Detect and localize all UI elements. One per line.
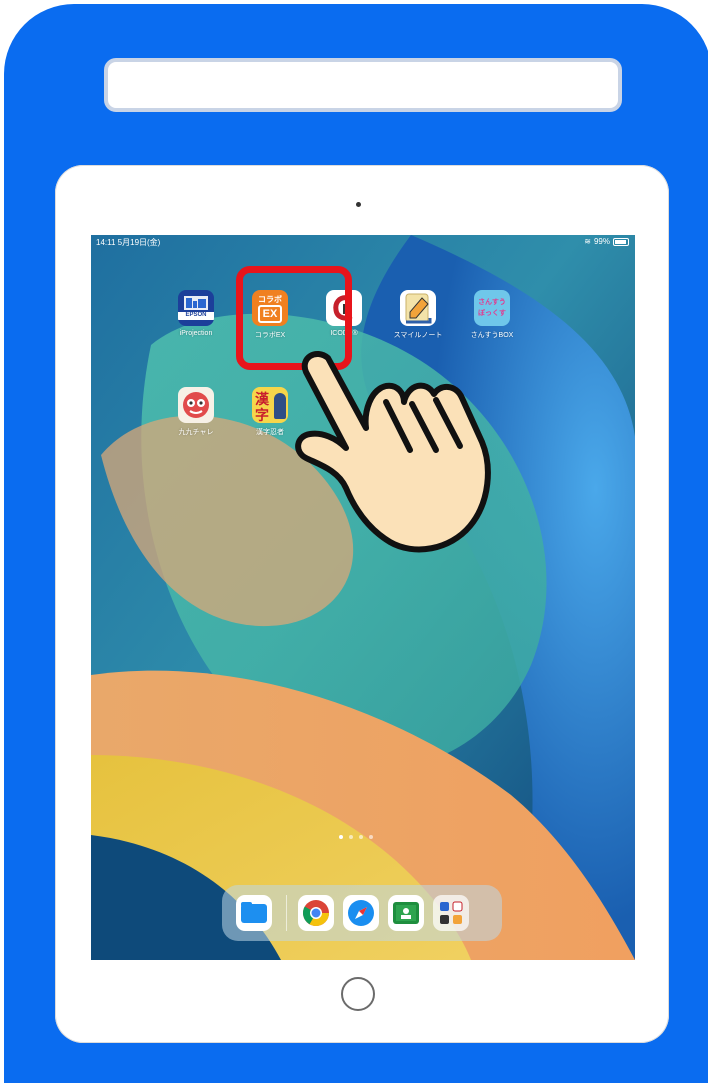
epson-badge: EPSON bbox=[185, 312, 207, 318]
status-bar: 14:11 5月19日(金) ≋ 99% bbox=[91, 235, 635, 249]
sansu-text-bottom: ぼっくす bbox=[478, 310, 506, 317]
kanji-ninja-icon: 漢 字 bbox=[252, 387, 288, 423]
epson-iprojection-icon: EPSON bbox=[178, 290, 214, 326]
app-label: スマイルノート bbox=[393, 332, 443, 339]
status-time: 14:11 bbox=[96, 238, 116, 247]
sansu-text-top: さんすう bbox=[478, 299, 506, 306]
app-smile-note[interactable]: スマイルノート bbox=[382, 290, 454, 340]
status-time-date: 14:11 5月19日(金) bbox=[96, 237, 160, 248]
smile-note-icon bbox=[400, 290, 436, 326]
app-sansu-box[interactable]: さんすう ぼっくす さんすうBOX bbox=[456, 290, 528, 340]
battery-icon bbox=[613, 237, 629, 246]
dock bbox=[222, 885, 502, 941]
app-label: iProjection bbox=[179, 330, 213, 337]
page-dot bbox=[369, 835, 373, 839]
page-indicator[interactable] bbox=[339, 835, 373, 839]
camera-dot bbox=[356, 202, 361, 207]
classroom-icon[interactable] bbox=[388, 895, 424, 931]
app-folder-icon[interactable] bbox=[433, 895, 469, 931]
page-dot bbox=[339, 835, 343, 839]
kuku-challe-icon bbox=[178, 387, 214, 423]
chrome-icon[interactable] bbox=[298, 895, 334, 931]
dock-separator bbox=[286, 895, 287, 931]
tablet-illustration: 14:11 5月19日(金) ≋ 99% EPSON iProjection コ… bbox=[0, 0, 708, 1083]
status-date: 5月19日(金) bbox=[117, 238, 161, 247]
page-dot bbox=[359, 835, 363, 839]
pointing-hand-icon bbox=[295, 351, 491, 553]
home-button[interactable] bbox=[341, 977, 375, 1011]
wifi-icon: ≋ bbox=[584, 237, 591, 246]
app-kuku-challe[interactable]: 九九チャレ bbox=[160, 387, 232, 437]
app-iprojection[interactable]: EPSON iProjection bbox=[160, 290, 232, 337]
sansu-box-icon: さんすう ぼっくす bbox=[474, 290, 510, 326]
safari-icon[interactable] bbox=[343, 895, 379, 931]
battery-percent: 99% bbox=[593, 237, 610, 246]
top-banner-box bbox=[104, 58, 622, 112]
app-label: 九九チャレ bbox=[178, 429, 214, 436]
ninja-figure bbox=[274, 393, 286, 419]
kanji-text-bottom: 字 bbox=[255, 407, 269, 423]
status-right: ≋ 99% bbox=[584, 237, 629, 246]
app-label: さんすうBOX bbox=[470, 332, 514, 339]
page-dot bbox=[349, 835, 353, 839]
files-icon[interactable] bbox=[236, 895, 272, 931]
